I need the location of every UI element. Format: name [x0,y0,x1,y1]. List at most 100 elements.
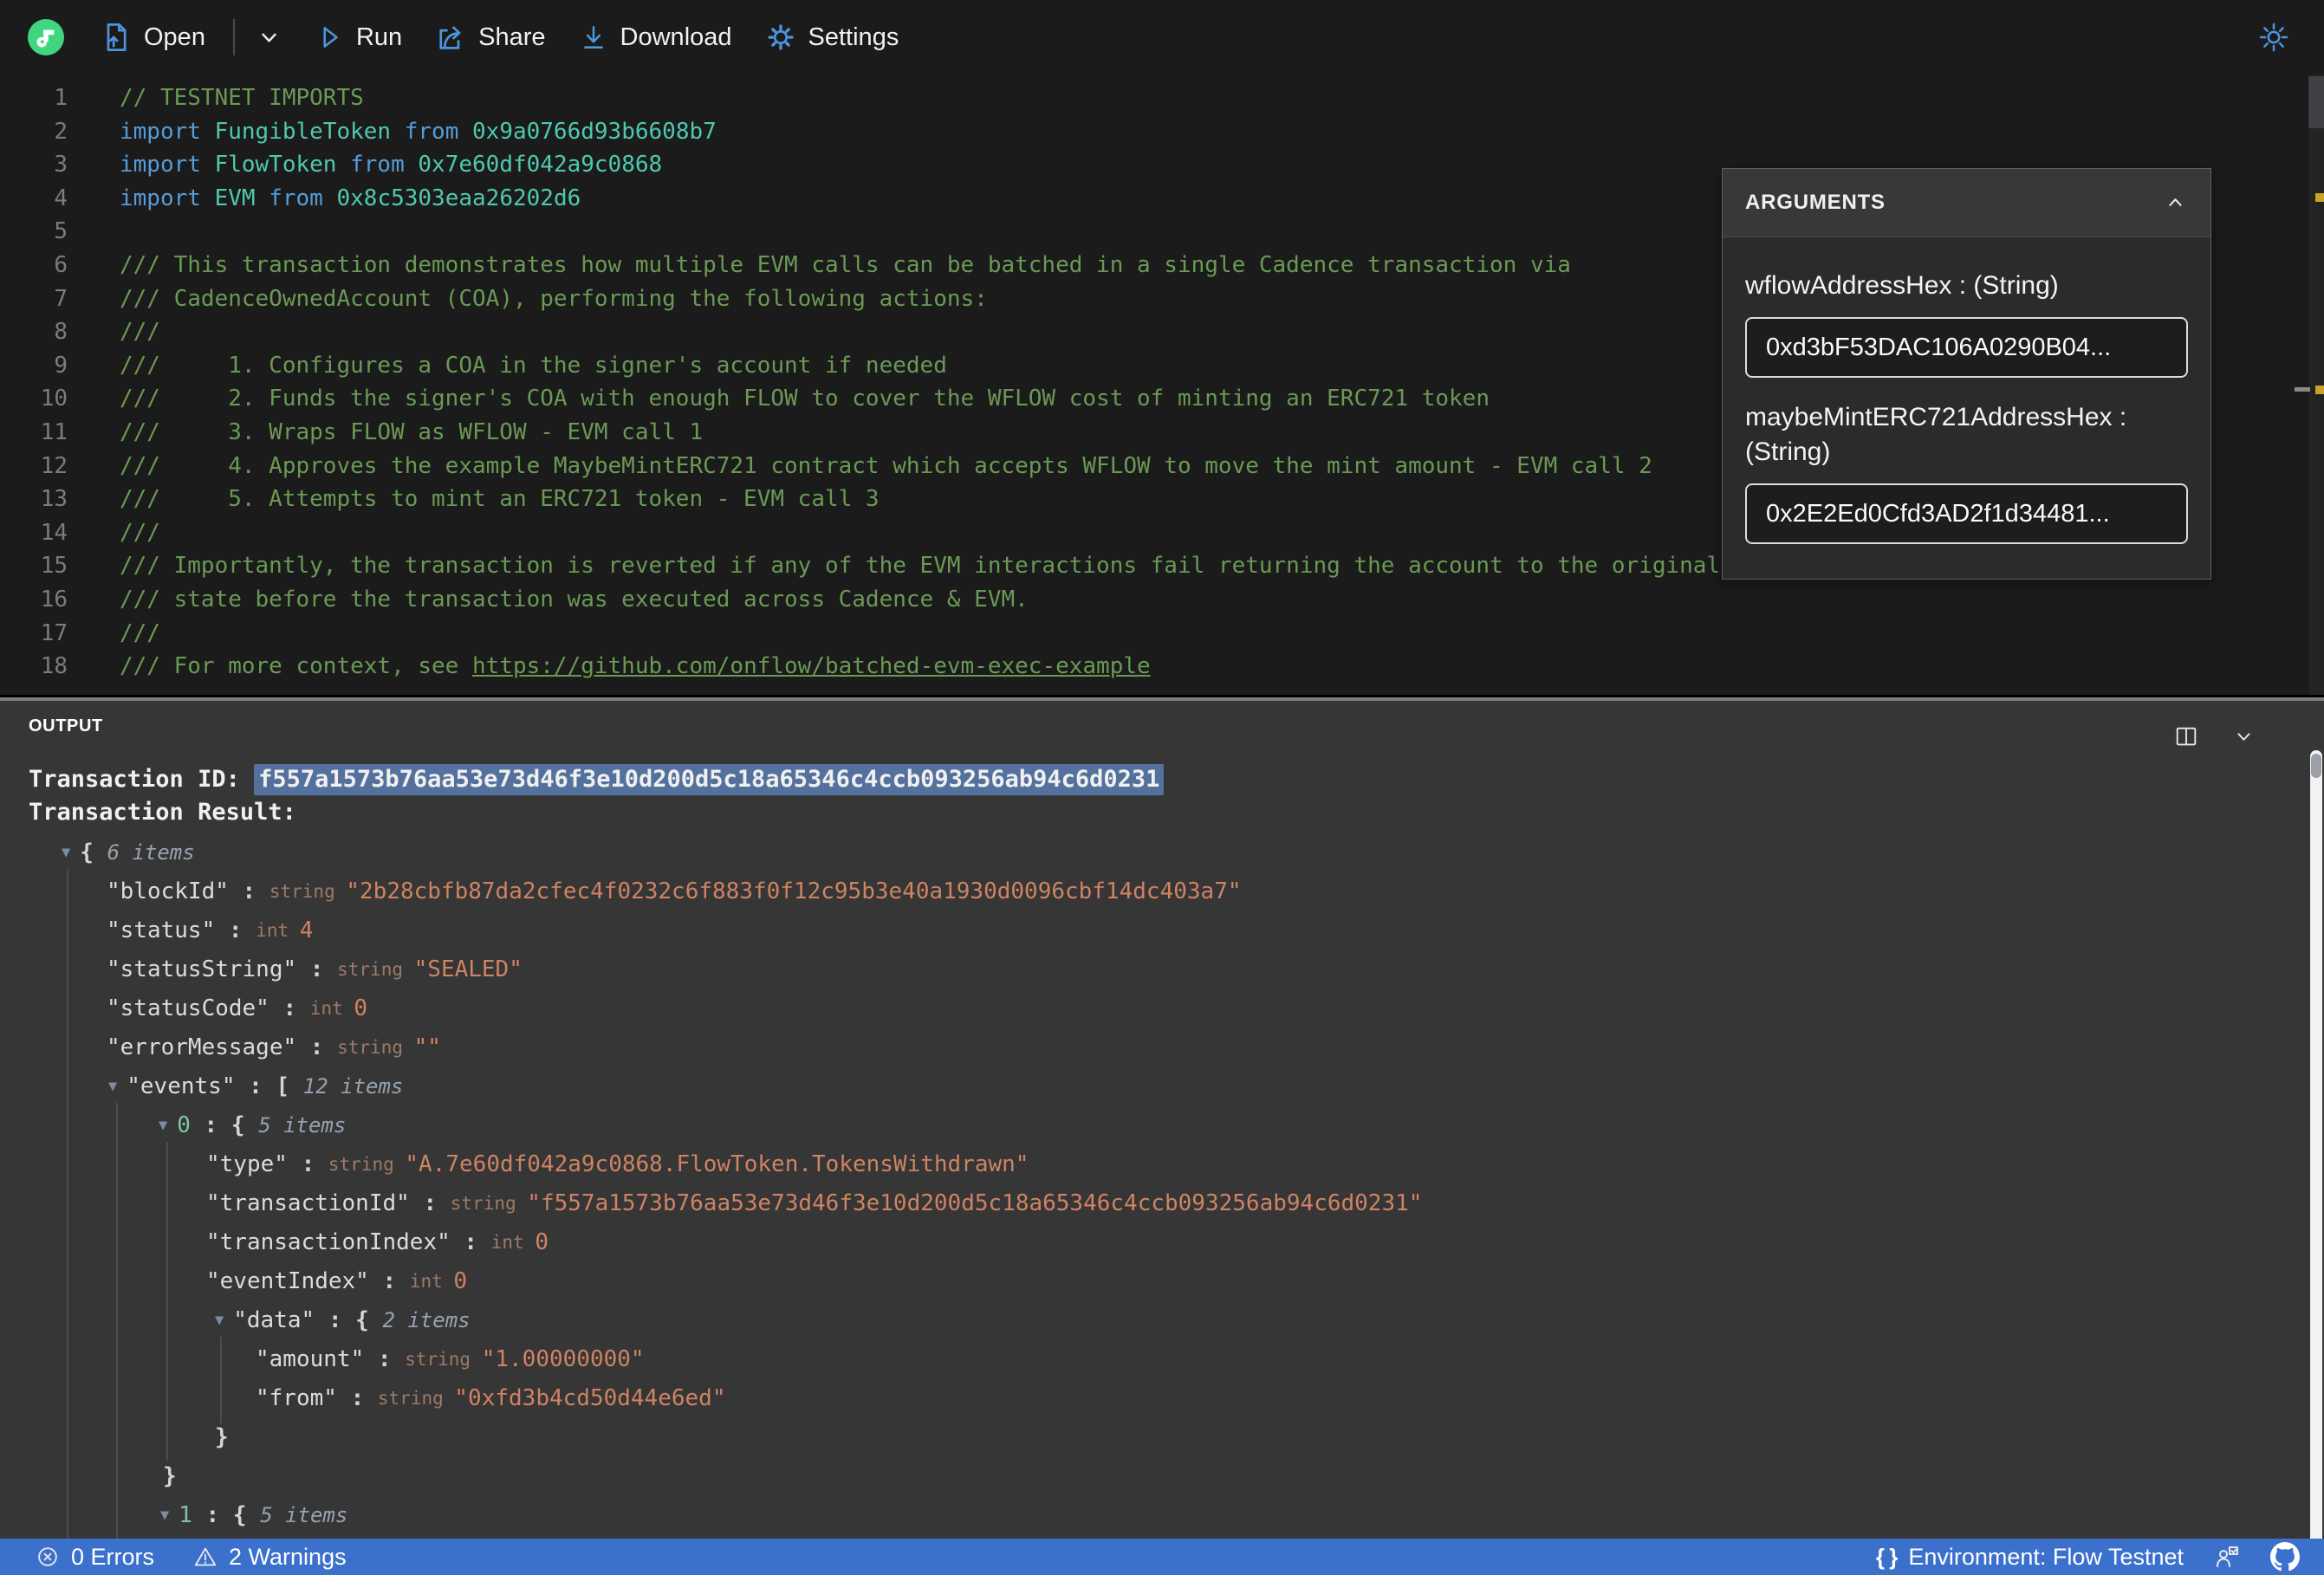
json-key: "blockId" [107,878,229,904]
error-circle-icon [38,1547,57,1566]
line-number: 16 [40,586,68,612]
indent-guide [166,1142,168,1461]
json-row: ▼ "data" : { 2 items [29,1300,2324,1339]
json-s: 0 [354,995,368,1021]
json-br: { [80,839,107,865]
code-editor[interactable]: 1 // TESTNET IMPORTS 2 import FungibleToken… [0,75,2324,698]
collapse-output-chevron-icon[interactable] [2230,723,2256,749]
json-row: } [29,1456,2324,1495]
chevron-up-icon[interactable] [2162,190,2188,216]
json-it: 5 items [260,1502,348,1527]
collapse-toggle[interactable]: ▼ [108,1078,117,1095]
toolbar-divider [232,19,235,55]
share-label: Share [478,23,546,51]
json-col: : [269,995,310,1021]
arguments-panel: ARGUMENTS wflowAddressHex : (String) 0xd… [1722,168,2211,580]
settings-label: Settings [808,23,899,51]
argument-input-wflow[interactable]: 0xd3bF53DAC106A0290B04... [1745,317,2188,378]
output-panel: OUTPUT Transaction ID: f557a1573b76aa53e… [0,701,2324,1539]
feedback-person-icon[interactable] [2213,1543,2241,1571]
editor-scrollbar-thumb[interactable] [2308,76,2324,128]
json-ty: int [409,1270,454,1292]
json-br: { [230,1112,259,1138]
code-line: 1 // TESTNET IMPORTS [0,81,2324,115]
arguments-panel-header[interactable]: ARGUMENTS [1723,169,2210,237]
code-link[interactable]: https://github.com/onflow/batched-evm-ex… [472,653,1151,679]
warnings-status[interactable]: 2 Warnings [192,1544,347,1571]
output-scrollbar[interactable] [2310,750,2322,1539]
gear-icon [767,24,794,50]
flow-logo-glyph [36,29,55,48]
json-key: "from" [256,1384,337,1411]
output-scrollbar-thumb[interactable] [2311,754,2321,778]
json-s: "f557a1573b76aa53e73d46f3e10d200d5c18a65… [527,1189,1423,1216]
json-br: { [355,1306,383,1333]
json-key: "transactionId" [206,1189,410,1216]
json-key: "events" [127,1073,236,1099]
collapse-toggle[interactable]: ▼ [62,844,70,861]
indent-guide [67,869,68,1539]
transaction-result-label: Transaction Result: [29,799,296,826]
json-s: "SEALED" [413,956,523,982]
line-number: 11 [40,418,68,445]
code-text: import FlowToken from 0x7e60df042a9c0868 [120,152,663,178]
warning-marker [2315,386,2324,394]
line-number: 10 [40,386,68,412]
json-col: : [192,1501,233,1528]
json-br: } [215,1423,229,1450]
json-key: "amount" [256,1345,365,1372]
code-text: import EVM from 0x8c5303eaa26202d6 [120,185,581,211]
transaction-id-line: Transaction ID: f557a1573b76aa53e73d46f3… [29,764,2324,795]
json-row: "statusCode" : int 0 [29,988,2324,1027]
json-col: : [235,1073,276,1099]
json-key: "statusString" [107,956,297,982]
json-key: "data" [233,1306,315,1333]
collapse-toggle[interactable]: ▼ [159,1117,167,1134]
json-ty: int [309,997,354,1019]
json-br: { [232,1501,261,1528]
open-menu-chevron[interactable] [254,23,283,52]
indent-guide [116,1103,118,1539]
line-number: 18 [40,653,68,680]
json-row: "type" : string "A.7e60df042a9c0868.Flow… [29,1144,2324,1183]
code-text: /// 5. Attempts to mint an ERC721 token … [120,486,880,513]
json-col: : [296,1034,338,1060]
code-line: 2 import FungibleToken from 0x9a0766d93b6… [0,115,2324,149]
json-key: "errorMessage" [107,1034,297,1060]
environment-label: Environment: Flow Testnet [1908,1543,2184,1570]
code-text: /// state before the transaction was exe… [120,586,1029,612]
errors-status[interactable]: 0 Errors [35,1544,154,1571]
collapse-toggle[interactable]: ▼ [160,1507,169,1524]
json-col: : [215,917,256,943]
json-row: "transactionIndex" : int 0 [29,1222,2324,1261]
code-text: import FungibleToken from 0x9a0766d93b66… [120,118,717,145]
editor-scrollbar[interactable] [2308,75,2324,698]
json-row: "blockId" : string "2b28cbfb87da2cfec4f0… [29,872,2324,911]
json-row: } [29,1417,2324,1456]
share-button[interactable]: Share [435,22,546,53]
settings-button[interactable]: Settings [765,22,899,53]
json-it: 2 items [382,1307,471,1332]
github-icon[interactable] [2270,1542,2300,1572]
indent-guide [220,1337,222,1423]
json-ix: 0 [177,1112,191,1138]
code-line: 17 /// [0,617,2324,651]
split-view-icon[interactable] [2173,723,2199,749]
braces-icon: { } [1875,1543,1899,1570]
json-row: "errorMessage" : string "" [29,1027,2324,1066]
json-ix: 1 [179,1501,192,1528]
flow-logo[interactable] [28,19,64,55]
json-col: : [228,878,269,904]
sun-icon [2259,23,2288,52]
download-button[interactable]: Download [579,23,732,52]
chevron-down-icon [262,33,276,42]
run-button[interactable]: Run [315,23,402,52]
theme-toggle-button[interactable] [2256,20,2291,55]
collapse-toggle[interactable]: ▼ [215,1312,224,1329]
json-col: : [287,1150,328,1177]
share-icon [439,26,461,49]
argument-input-maybemint[interactable]: 0x2E2Ed0Cfd3AD2f1d34481... [1745,483,2188,544]
environment-status[interactable]: { } Environment: Flow Testnet [1876,1544,2184,1571]
warning-marker [2315,193,2324,202]
open-button[interactable]: Open [101,22,205,53]
